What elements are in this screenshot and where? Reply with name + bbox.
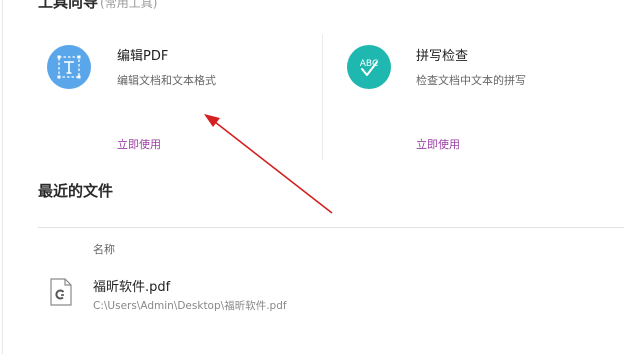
file-name[interactable]: 福昕软件.pdf	[93, 276, 170, 295]
tool-description: 编辑文档和文本格式	[117, 74, 216, 87]
column-header-name[interactable]: 名称	[93, 241, 115, 257]
pdf-file-icon	[50, 278, 72, 310]
tool-description: 检查文档中文本的拼写	[416, 74, 526, 87]
use-now-link-spell-check[interactable]: 立即使用	[416, 136, 460, 152]
panel-left-border	[2, 0, 3, 354]
tool-name[interactable]: 编辑PDF	[117, 45, 168, 64]
use-now-link-edit-pdf[interactable]: 立即使用	[117, 136, 161, 152]
file-path: C:\Users\Admin\Desktop\福昕软件.pdf	[93, 300, 287, 312]
tool-card-edit-pdf[interactable]: 编辑PDF 编辑文档和文本格式 立即使用	[38, 34, 318, 160]
tools-section-subtitle: (常用工具)	[100, 0, 158, 10]
tools-section-title-text: 工具向导	[38, 0, 99, 11]
tool-card-spell-check[interactable]: ABC 拼写检查 检查文档中文本的拼写 立即使用	[322, 34, 624, 160]
edit-text-icon[interactable]	[47, 45, 91, 89]
tool-name[interactable]: 拼写检查	[416, 45, 468, 64]
tools-section-title: 工具向导 (常用工具)	[38, 0, 157, 12]
recent-files-divider	[38, 227, 624, 228]
spellcheck-icon[interactable]: ABC	[347, 45, 391, 89]
recent-files-title: 最近的文件	[38, 182, 114, 200]
recent-file-row[interactable]: 福昕软件.pdf C:\Users\Admin\Desktop\福昕软件.pdf	[38, 266, 624, 322]
